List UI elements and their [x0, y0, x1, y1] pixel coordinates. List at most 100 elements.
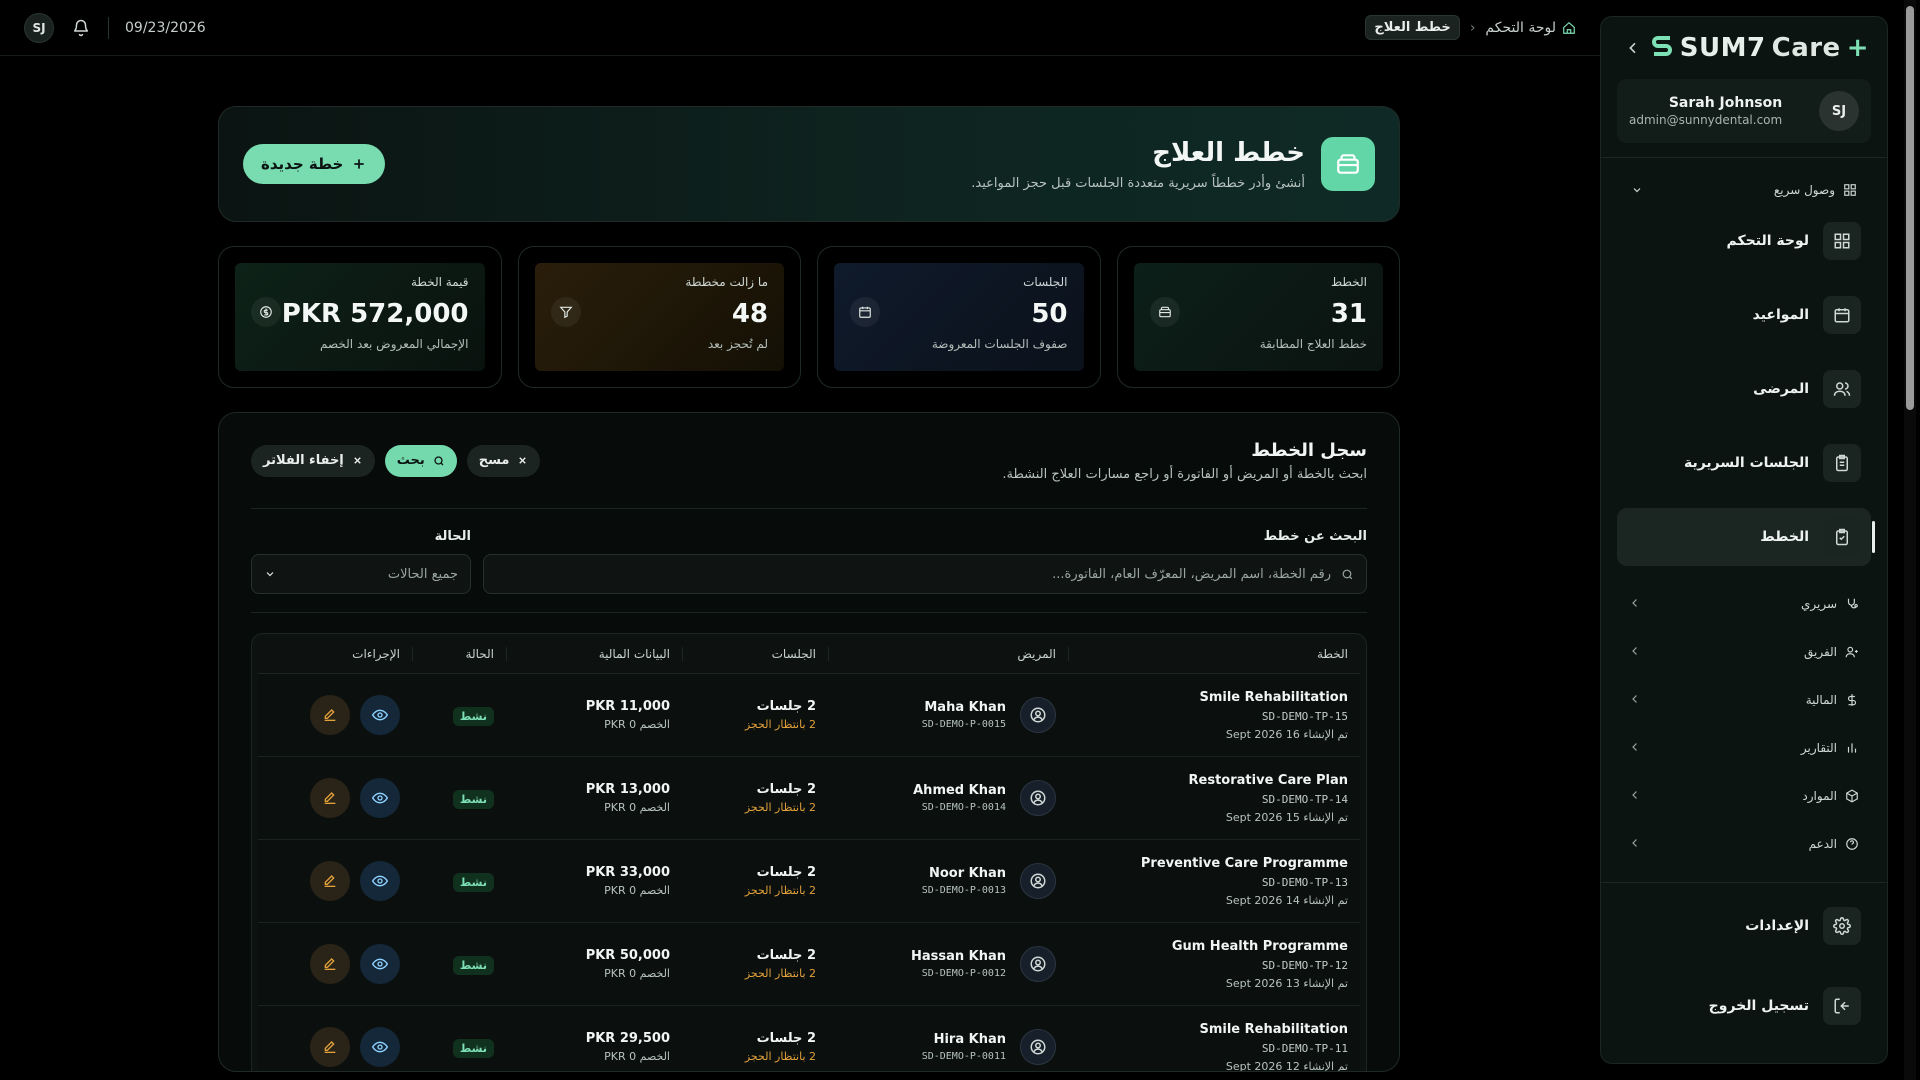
- clear-button[interactable]: مسح: [466, 444, 541, 477]
- sidebar-group-label: الموارد: [1802, 789, 1837, 803]
- stat-label: الجلسات: [1023, 275, 1068, 289]
- status-badge: نشط: [452, 955, 494, 975]
- table-row[interactable]: Preventive Care Programme SD-DEMO-TP-13 …: [258, 840, 1360, 923]
- view-button[interactable]: [360, 1027, 400, 1067]
- plan-name[interactable]: Gum Health Programme: [1080, 939, 1348, 954]
- patient-name[interactable]: Noor Khan: [922, 866, 1006, 881]
- plus-icon: [351, 156, 367, 172]
- grid-icon: [1843, 183, 1857, 197]
- edit-button[interactable]: [310, 695, 350, 735]
- sidebar-group-resources[interactable]: الموارد: [1619, 772, 1869, 820]
- plans-log-header: سجل الخطط ابحث بالخطة أو المريض أو الفات…: [251, 413, 1367, 509]
- patient-name[interactable]: Maha Khan: [922, 700, 1006, 715]
- plan-icon: [1321, 137, 1375, 191]
- stat-card-still-planned: ما زالت مخططة 48 لم تُحجز بعد: [517, 246, 801, 388]
- financial-cell: PKR 50,000 الخصم 0 PKR: [506, 948, 682, 980]
- table-row[interactable]: Smile Rehabilitation SD-DEMO-TP-11 تم ال…: [258, 1006, 1360, 1072]
- sidebar-item-settings[interactable]: الإعدادات: [1617, 897, 1871, 955]
- sidebar-item-clinical-sessions[interactable]: الجلسات السريرية: [1617, 434, 1871, 492]
- edit-button[interactable]: [310, 1027, 350, 1067]
- page-header-title-group: خطط العلاج أنشئ وأدر خططاً سريرية متعددة…: [971, 137, 1375, 191]
- status-cell: نشط: [412, 788, 506, 809]
- edit-button[interactable]: [310, 944, 350, 984]
- plan-name[interactable]: Restorative Care Plan: [1080, 773, 1348, 788]
- status-cell: نشط: [412, 705, 506, 726]
- sidebar-item-appointments[interactable]: المواعيد: [1617, 286, 1871, 344]
- plan-cell: Smile Rehabilitation SD-DEMO-TP-11 تم ال…: [1068, 1022, 1360, 1072]
- view-button[interactable]: [360, 695, 400, 735]
- sidebar-item-label: المواعيد: [1752, 307, 1809, 323]
- user-avatar-small[interactable]: SJ: [24, 12, 54, 43]
- eye-icon: [372, 1039, 388, 1055]
- view-button[interactable]: [360, 778, 400, 818]
- edit-button[interactable]: [310, 778, 350, 818]
- current-date: 09/23/2026: [125, 19, 206, 36]
- edit-button[interactable]: [310, 861, 350, 901]
- sidebar-item-plans[interactable]: الخطط: [1617, 508, 1875, 566]
- search-button[interactable]: بحث: [384, 444, 457, 477]
- sidebar-item-dashboard[interactable]: لوحة التحكم: [1617, 212, 1871, 270]
- pencil-icon: [322, 790, 338, 806]
- filters-row: البحث عن خطط رقم الخطة، اسم المريض، المع…: [251, 509, 1367, 613]
- filter-chips: مسح بحث إخفاء الفلاتر: [251, 444, 541, 477]
- sidebar-item-logout[interactable]: تسجيل الخروج: [1617, 977, 1871, 1035]
- table-row[interactable]: Gum Health Programme SD-DEMO-TP-12 تم ال…: [258, 923, 1360, 1006]
- section-subtitle: ابحث بالخطة أو المريض أو الفاتورة أو راج…: [1002, 466, 1367, 482]
- sidebar-group-team[interactable]: الفريق: [1619, 628, 1869, 676]
- view-button[interactable]: [360, 944, 400, 984]
- eye-icon: [372, 873, 388, 889]
- stats-row: الخطط 31 خطط العلاج المطابقة الجلسات 50 …: [218, 246, 1400, 388]
- sidebar-item-patients[interactable]: المرضى: [1617, 360, 1871, 418]
- brand-name: SUM7: [1679, 33, 1766, 63]
- patient-avatar-icon: [1020, 697, 1056, 733]
- patient-name[interactable]: Hira Khan: [922, 1032, 1006, 1047]
- status-filter-label: الحالة: [434, 529, 471, 544]
- dashboard-icon: [1823, 222, 1861, 260]
- breadcrumb-home[interactable]: لوحة التحكم: [1485, 20, 1576, 36]
- status-badge: نشط: [452, 706, 494, 726]
- logout-icon: [1823, 987, 1861, 1025]
- scrollbar-thumb[interactable]: [1906, 6, 1914, 410]
- sidebar-group-support[interactable]: الدعم: [1619, 820, 1869, 868]
- patient-name[interactable]: Ahmed Khan: [913, 783, 1006, 798]
- financial-cell: PKR 29,500 الخصم 0 PKR: [506, 1031, 682, 1063]
- stat-value: 50: [1031, 299, 1068, 329]
- sidebar-group-label: التقارير: [1800, 741, 1837, 755]
- brand-logo[interactable]: SUM7 Care +: [1650, 33, 1869, 63]
- sidebar-group-clinical[interactable]: سريري: [1619, 580, 1869, 628]
- plan-amount: PKR 13,000: [585, 782, 670, 797]
- patient-name[interactable]: Hassan Khan: [911, 949, 1006, 964]
- plan-id: SD-DEMO-TP-13: [1261, 875, 1348, 889]
- table-row[interactable]: Smile Rehabilitation SD-DEMO-TP-15 تم ال…: [258, 674, 1360, 757]
- status-select[interactable]: جميع الحالات: [251, 554, 471, 594]
- sidebar: SUM7 Care + SJ Sarah Johnson admin@sunnyd…: [1600, 16, 1888, 1064]
- new-plan-button[interactable]: خطة جديدة: [243, 144, 386, 184]
- quick-access-toggle[interactable]: وصول سريع: [1601, 172, 1887, 208]
- sidebar-group-finance[interactable]: المالية: [1619, 676, 1869, 724]
- status-select-value: جميع الحالات: [387, 566, 458, 582]
- clipboard-icon: [1823, 444, 1861, 482]
- session-count: 2 جلسات: [756, 1031, 816, 1046]
- plan-name[interactable]: Smile Rehabilitation: [1080, 1022, 1348, 1037]
- collapse-sidebar-button[interactable]: [1619, 34, 1647, 62]
- plan-name[interactable]: Preventive Care Programme: [1080, 856, 1348, 871]
- filter-icon: [550, 297, 581, 327]
- user-card[interactable]: SJ Sarah Johnson admin@sunnydental.com: [1617, 79, 1871, 143]
- table-row[interactable]: Restorative Care Plan SD-DEMO-TP-14 تم ا…: [258, 757, 1360, 840]
- breadcrumb-current: خطط العلاج: [1365, 15, 1460, 40]
- patient-id: SD-DEMO-P-0014: [921, 802, 1006, 813]
- stat-value: PKR 572,000: [281, 299, 469, 329]
- hide-filters-button[interactable]: إخفاء الفلاتر: [251, 444, 375, 477]
- patient-avatar-icon: [1020, 863, 1056, 899]
- actions-cell: [262, 861, 412, 901]
- stat-subtitle: الإجمالي المعروض بعد الخصم: [320, 337, 469, 351]
- pencil-icon: [322, 1039, 338, 1055]
- bell-icon[interactable]: [70, 17, 92, 39]
- sidebar-group-reports[interactable]: التقارير: [1619, 724, 1869, 772]
- box-icon: [1845, 789, 1859, 803]
- search-input[interactable]: رقم الخطة، اسم المريض، المعرّف العام، ال…: [483, 554, 1367, 594]
- plan-cell: Gum Health Programme SD-DEMO-TP-12 تم ال…: [1068, 939, 1360, 990]
- home-icon: [1562, 21, 1576, 35]
- plan-name[interactable]: Smile Rehabilitation: [1080, 690, 1348, 705]
- view-button[interactable]: [360, 861, 400, 901]
